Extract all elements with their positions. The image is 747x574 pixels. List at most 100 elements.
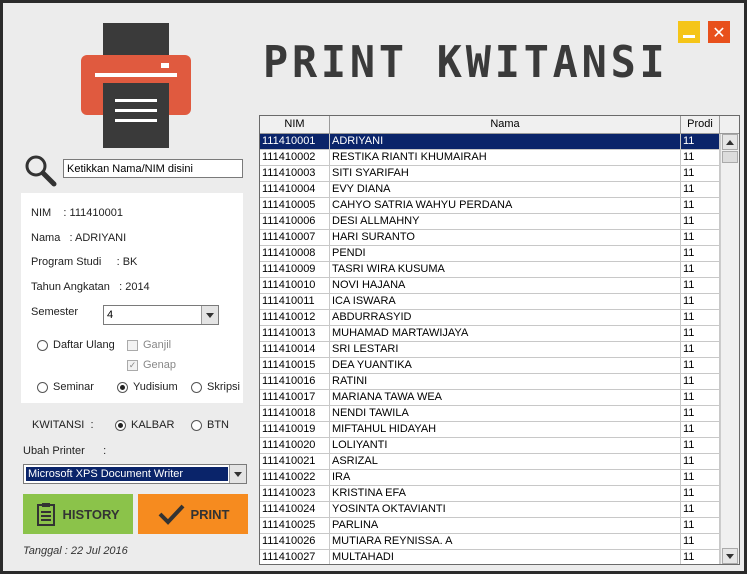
cell-nama: MIFTAHUL HIDAYAH [330, 422, 681, 438]
semester-label: Semester [31, 306, 79, 318]
semester-select[interactable]: 4 [103, 305, 219, 325]
cell-nama: DEA YUANTIKA [330, 358, 681, 374]
cell-nim: 111410019 [260, 422, 330, 438]
table-row[interactable]: 111410026 MUTIARA REYNISSA. A 11 [260, 534, 720, 550]
cell-nama: ABDURRASYID [330, 310, 681, 326]
search-input[interactable] [63, 159, 243, 178]
table-row[interactable]: 111410012 ABDURRASYID 11 [260, 310, 720, 326]
radio-kalbar[interactable]: KALBAR [115, 419, 174, 431]
cell-nama: RATINI [330, 374, 681, 390]
cell-prodi: 11 [681, 358, 720, 374]
printer-value: Microsoft XPS Document Writer [26, 467, 228, 481]
radio-label: Seminar [53, 381, 94, 393]
table-row[interactable]: 111410024 YOSINTA OKTAVIANTI 11 [260, 502, 720, 518]
table-row[interactable]: 111410017 MARIANA TAWA WEA 11 [260, 390, 720, 406]
page-title: PRINT KWITANSI [263, 37, 669, 88]
cell-prodi: 11 [681, 278, 720, 294]
printer-select[interactable]: Microsoft XPS Document Writer [23, 464, 247, 484]
table-corner [720, 116, 739, 134]
cell-nama: IRA [330, 470, 681, 486]
checkbox-genap[interactable]: ✓ Genap [127, 359, 176, 371]
cell-nim: 111410023 [260, 486, 330, 502]
table-row[interactable]: 111410020 LOLIYANTI 11 [260, 438, 720, 454]
table-row[interactable]: 111410002 RESTIKA RIANTI KHUMAIRAH 11 [260, 150, 720, 166]
cell-nim: 111410013 [260, 326, 330, 342]
checkbox-label: Ganjil [143, 339, 172, 351]
chevron-down-icon[interactable] [229, 465, 246, 483]
radio-btn[interactable]: BTN [191, 419, 229, 431]
cell-nama: YOSINTA OKTAVIANTI [330, 502, 681, 518]
chevron-down-icon[interactable] [201, 306, 218, 324]
history-button[interactable]: HISTORY [23, 494, 133, 534]
table-row[interactable]: 111410005 CAHYO SATRIA WAHYU PERDANA 11 [260, 198, 720, 214]
scroll-up-icon[interactable] [722, 134, 738, 150]
close-button[interactable]: ✕ [708, 21, 730, 43]
cell-nama: HARI SURANTO [330, 230, 681, 246]
scroll-thumb[interactable] [722, 151, 738, 163]
cell-prodi: 11 [681, 550, 720, 564]
column-header-prodi[interactable]: Prodi [681, 116, 720, 134]
cell-nama: CAHYO SATRIA WAHYU PERDANA [330, 198, 681, 214]
table-row[interactable]: 111410010 NOVI HAJANA 11 [260, 278, 720, 294]
table-row[interactable]: 111410006 DESI ALLMAHNY 11 [260, 214, 720, 230]
cell-prodi: 11 [681, 470, 720, 486]
cell-prodi: 11 [681, 374, 720, 390]
table-row[interactable]: 111410004 EVY DIANA 11 [260, 182, 720, 198]
print-button[interactable]: PRINT [138, 494, 248, 534]
cell-prodi: 11 [681, 214, 720, 230]
table-row[interactable]: 111410021 ASRIZAL 11 [260, 454, 720, 470]
table-row[interactable]: 111410013 MUHAMAD MARTAWIJAYA 11 [260, 326, 720, 342]
student-table: NIM Nama Prodi 111410001 ADRIYANI 11 111410… [259, 115, 740, 565]
cell-nim: 111410026 [260, 534, 330, 550]
column-header-nama[interactable]: Nama [330, 116, 681, 134]
table-row[interactable]: 111410015 DEA YUANTIKA 11 [260, 358, 720, 374]
table-row[interactable]: 111410023 KRISTINA EFA 11 [260, 486, 720, 502]
cell-prodi: 11 [681, 454, 720, 470]
cell-prodi: 11 [681, 486, 720, 502]
vertical-scrollbar[interactable] [720, 134, 739, 564]
table-row[interactable]: 111410008 PENDI 11 [260, 246, 720, 262]
cell-nama: KRISTINA EFA [330, 486, 681, 502]
table-row[interactable]: 111410009 TASRI WIRA KUSUMA 11 [260, 262, 720, 278]
radio-circle [37, 339, 48, 351]
table-row[interactable]: 111410027 MULTAHADI 11 [260, 550, 720, 564]
table-row[interactable]: 111410003 SITI SYARIFAH 11 [260, 166, 720, 182]
radio-yudisium[interactable]: Yudisium [117, 381, 178, 393]
search-icon[interactable] [23, 153, 57, 187]
cell-prodi: 11 [681, 230, 720, 246]
radio-seminar[interactable]: Seminar [37, 381, 94, 393]
radio-daftar-ulang[interactable]: Daftar Ulang [37, 339, 115, 351]
table-row[interactable]: 111410016 RATINI 11 [260, 374, 720, 390]
scroll-down-icon[interactable] [722, 548, 738, 564]
cell-prodi: 11 [681, 182, 720, 198]
cell-nim: 111410022 [260, 470, 330, 486]
table-row[interactable]: 111410018 NENDI TAWILA 11 [260, 406, 720, 422]
table-row[interactable]: 111410011 ICA ISWARA 11 [260, 294, 720, 310]
table-row[interactable]: 111410019 MIFTAHUL HIDAYAH 11 [260, 422, 720, 438]
cell-nama: NENDI TAWILA [330, 406, 681, 422]
minimize-button[interactable] [678, 21, 700, 43]
radio-skripsi[interactable]: Skripsi [191, 381, 240, 393]
semester-value: 4 [107, 309, 114, 321]
table-row[interactable]: 111410025 PARLINA 11 [260, 518, 720, 534]
checkbox-label: Genap [143, 359, 177, 371]
printer-label: Ubah Printer : [23, 445, 107, 457]
cell-prodi: 11 [681, 262, 720, 278]
table-header: NIM Nama Prodi [260, 116, 720, 134]
checkbox-ganjil[interactable]: Ganjil [127, 339, 171, 351]
cell-prodi: 11 [681, 438, 720, 454]
table-row[interactable]: 111410007 HARI SURANTO 11 [260, 230, 720, 246]
cell-prodi: 11 [681, 534, 720, 550]
table-row[interactable]: 111410001 ADRIYANI 11 [260, 134, 720, 150]
angkatan-label: Tahun Angkatan : [31, 281, 123, 293]
cell-nim: 111410027 [260, 550, 330, 564]
cell-prodi: 11 [681, 150, 720, 166]
prodi-value: BK [122, 256, 138, 268]
cell-prodi: 11 [681, 390, 720, 406]
cell-nama: MUTIARA REYNISSA. A [330, 534, 681, 550]
table-row[interactable]: 111410014 SRI LESTARI 11 [260, 342, 720, 358]
table-row[interactable]: 111410022 IRA 11 [260, 470, 720, 486]
column-header-nim[interactable]: NIM [260, 116, 330, 134]
cell-nim: 111410004 [260, 182, 330, 198]
cell-nim: 111410014 [260, 342, 330, 358]
